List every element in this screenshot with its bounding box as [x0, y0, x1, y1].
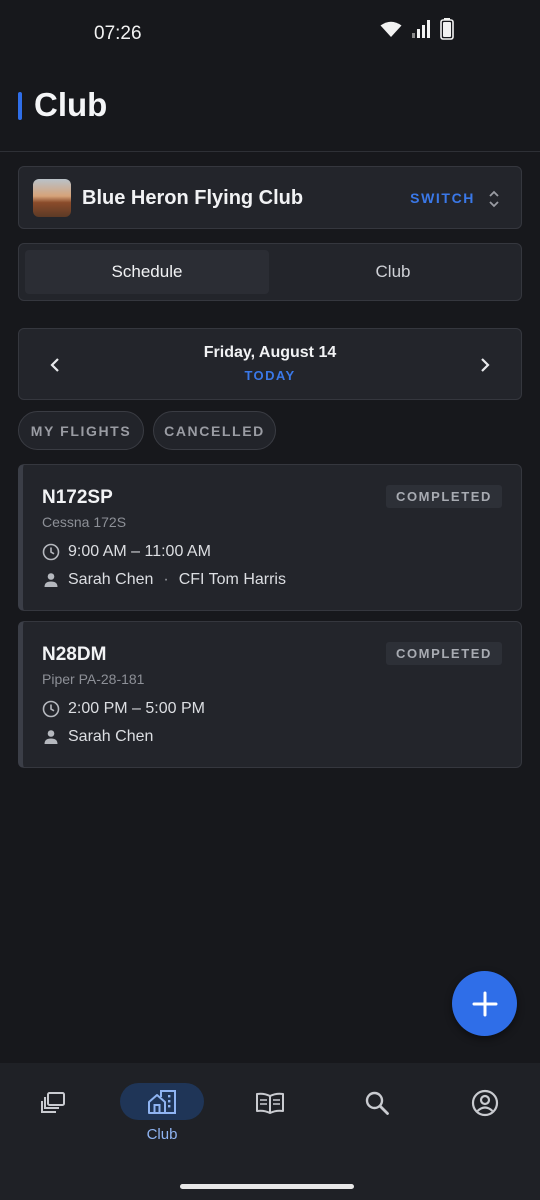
- flight-pilot: Sarah Chen: [68, 728, 154, 745]
- flight-card[interactable]: N172SP Cessna 172S COMPLETED 9:00 AM – 1…: [18, 464, 522, 611]
- tab-club[interactable]: Club: [271, 250, 515, 294]
- nav-pill: [335, 1083, 419, 1123]
- club-avatar: [33, 179, 71, 217]
- status-time: 07:26: [94, 23, 142, 44]
- nav-item-club[interactable]: Club: [117, 1083, 207, 1143]
- switch-club-button[interactable]: SWITCH: [410, 190, 475, 206]
- status-badge: COMPLETED: [385, 485, 502, 508]
- nav-pill: [443, 1083, 527, 1123]
- nav-item-library[interactable]: [8, 1083, 98, 1143]
- unfold-icon: [489, 190, 499, 208]
- flight-crew-row: Sarah Chen · CFI Tom Harris: [42, 571, 286, 589]
- date-navigator: Friday, August 14 TODAY: [18, 328, 522, 400]
- tab-schedule[interactable]: Schedule: [25, 250, 269, 294]
- plus-icon: [472, 991, 497, 1016]
- flight-pilot: Sarah Chen: [68, 571, 154, 588]
- flight-tail-number: N28DM: [42, 644, 107, 665]
- separator-dot: ·: [163, 571, 169, 588]
- filter-cancelled-chip[interactable]: CANCELLED: [153, 411, 276, 450]
- wifi-icon: [380, 21, 402, 37]
- account-icon: [471, 1089, 499, 1117]
- selected-date: Friday, August 14: [203, 344, 337, 361]
- header-accent-bar: [18, 92, 22, 120]
- add-booking-button[interactable]: [452, 971, 517, 1036]
- nav-label-club: Club: [146, 1126, 178, 1143]
- flight-time: 9:00 AM – 11:00 AM: [68, 543, 211, 560]
- signal-icon: [412, 20, 430, 38]
- status-badge: COMPLETED: [385, 642, 502, 665]
- flight-time-row: 2:00 PM – 5:00 PM: [42, 700, 205, 718]
- nav-item-search[interactable]: [332, 1083, 422, 1143]
- page-header: Club: [0, 80, 540, 152]
- flight-crew-row: Sarah Chen: [42, 728, 153, 746]
- today-button[interactable]: TODAY: [19, 368, 521, 383]
- home-indicator[interactable]: [180, 1184, 354, 1189]
- flight-tail-number: N172SP: [42, 487, 113, 508]
- flight-aircraft-model: Cessna 172S: [42, 514, 127, 530]
- flight-aircraft-model: Piper PA-28-181: [42, 671, 145, 687]
- logbook-icon: [256, 1092, 284, 1114]
- nav-item-logbook[interactable]: [225, 1083, 315, 1143]
- club-name: Blue Heron Flying Club: [82, 187, 304, 209]
- bottom-navigation: Club: [0, 1063, 540, 1200]
- library-icon: [41, 1092, 65, 1113]
- next-day-button[interactable]: [473, 353, 497, 377]
- battery-icon: [440, 18, 454, 40]
- club-icon: [148, 1089, 176, 1114]
- nav-pill: [11, 1083, 95, 1123]
- filter-my-flights-chip[interactable]: MY FLIGHTS: [18, 411, 144, 450]
- clock-icon: [42, 543, 60, 561]
- person-icon: [44, 573, 58, 587]
- status-bar: 07:26: [0, 0, 540, 64]
- club-switcher[interactable]: Blue Heron Flying Club SWITCH: [18, 166, 522, 229]
- search-icon: [365, 1091, 389, 1115]
- nav-pill: [120, 1083, 204, 1120]
- person-icon: [44, 730, 58, 744]
- flight-time: 2:00 PM – 5:00 PM: [68, 700, 205, 717]
- status-icons: [380, 18, 454, 40]
- flight-card[interactable]: N28DM Piper PA-28-181 COMPLETED 2:00 PM …: [18, 621, 522, 768]
- chevron-right-icon: [481, 358, 490, 372]
- flight-time-row: 9:00 AM – 11:00 AM: [42, 543, 211, 561]
- view-tabs: Schedule Club: [18, 243, 522, 301]
- page-title: Club: [34, 86, 108, 123]
- nav-pill: [228, 1083, 312, 1123]
- nav-item-account[interactable]: [440, 1083, 530, 1143]
- flight-instructor: CFI Tom Harris: [178, 571, 286, 588]
- clock-icon: [42, 700, 60, 718]
